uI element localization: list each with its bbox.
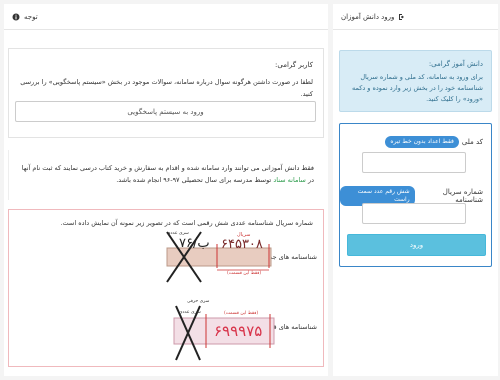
old-id-ann-only: (فقط این قسمت) [224,311,259,316]
info-text: برای ورود به سامانه، کد ملی و شماره سریا… [352,73,483,103]
serial-guide-card: شماره سریال شناسنامه عددی شش رقمی است که… [8,209,324,367]
national-code-label-row: کد ملی فقط اعداد بدون خط تیره [385,136,483,148]
sanad-link[interactable]: سامانه سناد [273,176,306,184]
registration-note: فقط دانش آموزانی می توانند وارد سامانه ش… [8,150,324,200]
old-id-ann-letter: سری حرفی [187,299,210,304]
faq-card: کاربر گرامی: لطفا در صورت داشتن هرگونه س… [8,48,324,138]
serial-input[interactable] [362,203,466,224]
student-login-panel: ورود دانش آموزان دانش آموز گرامی: برای و… [333,4,498,376]
login-button[interactable]: ورود [347,234,486,256]
notice-panel-title: توجه [24,12,38,21]
new-id-ann-sub: سری عددی [167,231,189,236]
old-id-ann-sub: سری عددی [179,310,201,315]
national-code-label: کد ملی [461,138,483,146]
login-form: کد ملی فقط اعداد بدون خط تیره شماره سریا… [339,123,492,267]
notice-panel-header: توجه [4,4,328,30]
new-id-number: ۶۴۵۳۰۸ [221,237,263,252]
faq-system-button[interactable]: ورود به سیستم پاسخگویی [15,101,316,122]
login-panel-title: ورود دانش آموزان [341,12,395,21]
reg-text-2: توسط مدرسه برای سال تحصیلی ۹۷-۹۶ انجام ش… [116,176,272,184]
national-code-input[interactable] [362,152,466,173]
new-id-prefix: ب/۷۶ [179,236,210,251]
new-id-ann-only: (فقط این قسمت) [227,271,262,276]
serial-intro-text: شماره سریال شناسنامه عددی شش رقمی است که… [60,219,313,227]
old-id-number: ۶۹۹۹۷۵ [214,322,263,340]
login-info-alert: دانش آموز گرامی: برای ورود به سامانه، کد… [339,50,492,112]
new-id-ann-serial: سریال [237,232,251,238]
sign-in-icon [398,13,406,21]
info-circle-icon [12,13,20,21]
login-panel-header: ورود دانش آموزان [333,4,498,30]
notice-panel: توجه کاربر گرامی: لطفا در صورت داشتن هرگ… [4,4,328,376]
info-title: دانش آموز گرامی: [428,60,483,68]
serial-label: شماره سریال شناسنامه [442,188,483,204]
faq-greeting: کاربر گرامی: [275,61,313,69]
national-code-badge: فقط اعداد بدون خط تیره [385,136,459,148]
faq-text: لطفا در صورت داشتن هرگونه سوال درباره سا… [20,78,313,98]
